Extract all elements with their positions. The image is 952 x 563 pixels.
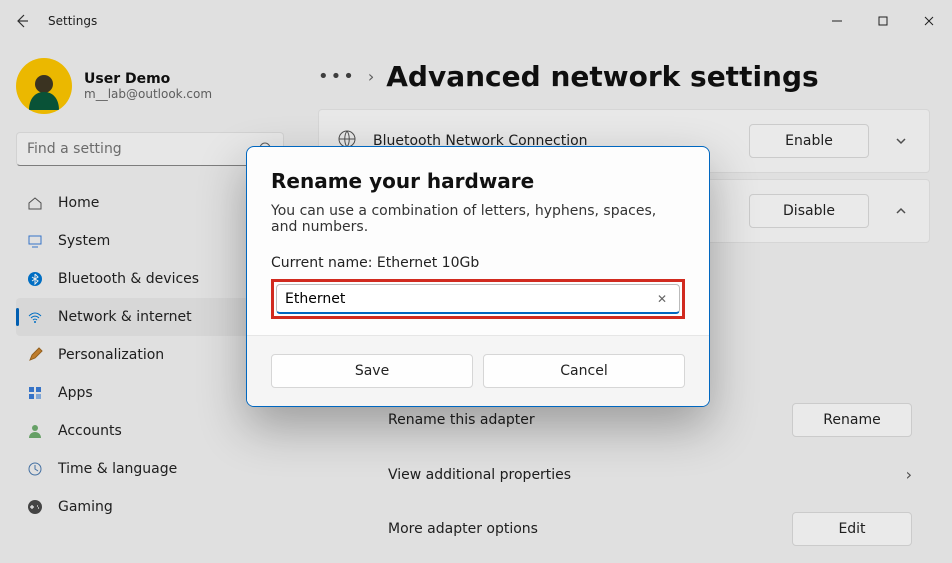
cancel-button[interactable]: Cancel (483, 354, 685, 388)
clear-input-button[interactable]: ✕ (653, 292, 671, 306)
save-button[interactable]: Save (271, 354, 473, 388)
input-highlight: ✕ (271, 279, 685, 319)
rename-input[interactable] (285, 291, 653, 307)
dialog-title: Rename your hardware (271, 169, 685, 193)
rename-dialog: Rename your hardware You can use a combi… (246, 146, 710, 407)
dialog-subtitle: You can use a combination of letters, hy… (271, 203, 685, 235)
dialog-current-name: Current name: Ethernet 10Gb (271, 255, 685, 271)
